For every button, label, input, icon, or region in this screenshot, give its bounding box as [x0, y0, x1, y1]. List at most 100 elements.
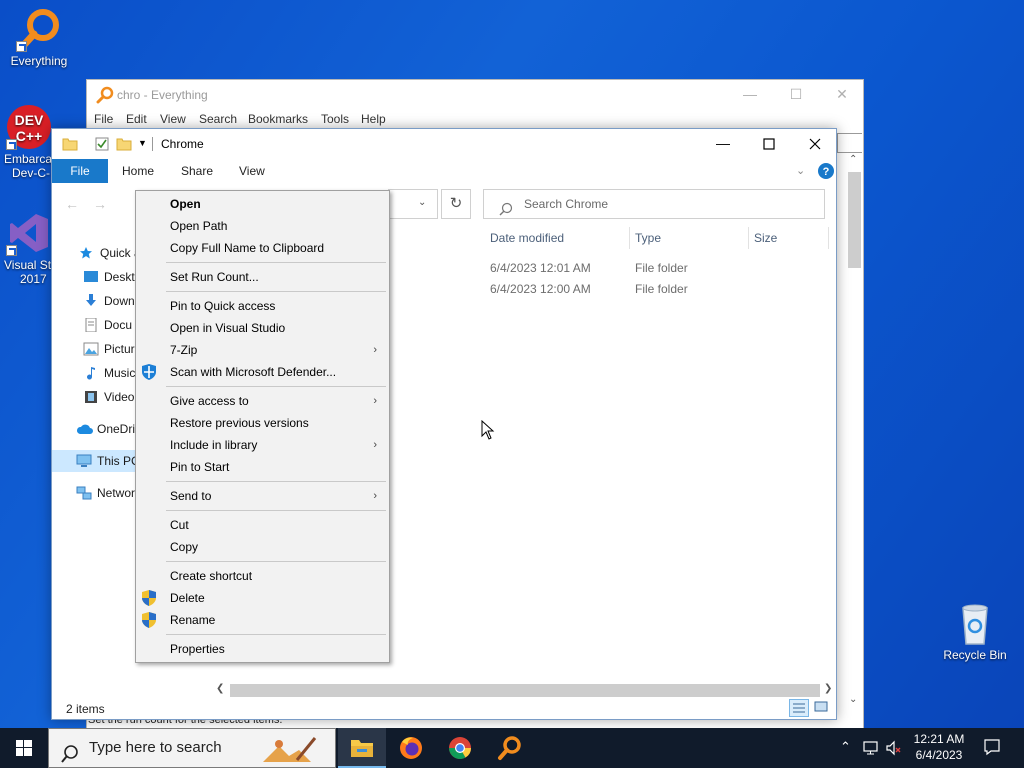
search-icon — [499, 198, 513, 226]
large-icons-view-icon[interactable] — [812, 699, 832, 717]
menu-item-open[interactable]: Open — [136, 193, 389, 215]
menu-item-rename[interactable]: Rename — [136, 609, 389, 631]
music-note-icon — [83, 365, 99, 380]
nav-item-onedrive[interactable]: OneDri — [76, 418, 135, 440]
vertical-scrollbar-thumb[interactable] — [848, 172, 861, 268]
document-icon — [83, 317, 99, 333]
mouse-cursor-icon — [481, 419, 495, 443]
menu-item-7-zip[interactable]: 7-Zip › — [136, 339, 389, 361]
minimize-button[interactable]: — — [727, 80, 773, 110]
properties-quick-icon[interactable] — [94, 136, 110, 155]
tab-share[interactable]: Share — [181, 159, 213, 183]
menu-tools[interactable]: Tools — [321, 112, 349, 126]
nav-item-videos[interactable]: Video — [83, 386, 134, 408]
menu-item-cut[interactable]: Cut — [136, 514, 389, 536]
minimize-button[interactable]: — — [700, 129, 746, 159]
menu-item-pin-to-quick-access[interactable]: Pin to Quick access — [136, 295, 389, 317]
volume-muted-icon[interactable] — [884, 739, 902, 760]
nav-item-network[interactable]: Networ — [76, 482, 135, 504]
ribbon-expand-chevron-icon[interactable]: ⌄ — [796, 164, 805, 177]
tab-view[interactable]: View — [239, 159, 265, 183]
show-hidden-icons-chevron-icon[interactable]: ⌃ — [840, 739, 851, 755]
desktop-icon-recycle-bin[interactable]: Recycle Bin — [935, 600, 1015, 662]
nav-item-pictures[interactable]: Pictur — [83, 338, 135, 360]
menu-item-scan-with-defender[interactable]: Scan with Microsoft Defender... — [136, 361, 389, 383]
menu-edit[interactable]: Edit — [126, 112, 147, 126]
forward-arrow-icon[interactable]: → — [93, 196, 107, 212]
menu-item-set-run-count[interactable]: Set Run Count... — [136, 266, 389, 288]
everything-icon — [96, 86, 114, 107]
submenu-arrow-icon: › — [373, 344, 377, 356]
menu-item-create-shortcut[interactable]: Create shortcut — [136, 565, 389, 587]
nav-item-music[interactable]: Music — [83, 362, 135, 384]
everything-search-input[interactable] — [837, 133, 862, 153]
column-header-size[interactable]: Size — [754, 231, 777, 251]
help-icon[interactable]: ? — [818, 163, 834, 182]
scroll-up-arrow-icon[interactable]: ⌃ — [849, 154, 857, 165]
refresh-button[interactable]: ↻ — [441, 189, 471, 219]
menu-item-pin-to-start[interactable]: Pin to Start — [136, 456, 389, 478]
notifications-icon[interactable] — [983, 738, 1001, 759]
column-header-type[interactable]: Type — [635, 231, 661, 251]
quick-access-toolbar-dropdown-icon[interactable]: ▼ — [138, 138, 147, 148]
visual-studio-icon — [6, 210, 52, 256]
menu-item-copy[interactable]: Copy — [136, 536, 389, 558]
back-arrow-icon[interactable]: ← — [65, 196, 79, 212]
address-dropdown-icon[interactable]: ⌄ — [418, 197, 426, 208]
shortcut-arrow-icon — [6, 245, 17, 256]
nav-item-this-pc[interactable]: This PC — [52, 450, 140, 472]
maximize-button[interactable]: ☐ — [773, 80, 819, 110]
menu-search[interactable]: Search — [199, 112, 237, 126]
menu-item-open-in-visual-studio[interactable]: Open in Visual Studio — [136, 317, 389, 339]
column-divider — [828, 227, 829, 249]
start-button[interactable] — [0, 728, 48, 768]
network-icon — [76, 485, 92, 500]
address-bar[interactable]: ⌄ — [388, 189, 438, 219]
menu-bookmarks[interactable]: Bookmarks — [248, 112, 308, 126]
menu-item-send-to[interactable]: Send to › — [136, 485, 389, 507]
firefox-icon — [400, 737, 422, 759]
desktop-icon-label: Everything — [10, 54, 68, 68]
row-type: File folder — [635, 282, 688, 296]
menu-help[interactable]: Help — [361, 112, 386, 126]
menu-item-copy-full-name[interactable]: Copy Full Name to Clipboard — [136, 237, 389, 259]
details-view-icon[interactable] — [789, 699, 809, 717]
network-status-icon[interactable] — [862, 739, 880, 760]
close-button[interactable] — [792, 129, 838, 159]
horizontal-scrollbar-thumb[interactable] — [230, 684, 820, 697]
nav-item-downloads[interactable]: Down — [83, 290, 135, 312]
menu-view[interactable]: View — [160, 112, 186, 126]
menu-item-properties[interactable]: Properties — [136, 638, 389, 660]
horizontal-scrollbar[interactable]: ❮ ❯ — [212, 682, 838, 699]
taskbar-app-file-explorer[interactable] — [338, 728, 386, 768]
new-folder-quick-icon[interactable] — [116, 136, 132, 155]
tab-home[interactable]: Home — [122, 159, 154, 183]
svg-text:C++: C++ — [16, 128, 42, 144]
taskbar-app-everything[interactable] — [485, 728, 533, 768]
scroll-down-arrow-icon[interactable]: ⌄ — [849, 694, 857, 705]
close-button[interactable]: ✕ — [819, 80, 865, 110]
scroll-right-arrow-icon[interactable]: ❯ — [824, 683, 832, 694]
desktop-icon-everything[interactable]: Everything — [0, 6, 78, 68]
search-box[interactable]: Search Chrome — [483, 189, 825, 219]
menu-item-open-path[interactable]: Open Path — [136, 215, 389, 237]
nav-item-documents[interactable]: Docu — [83, 314, 132, 336]
tab-file[interactable]: File — [52, 159, 108, 183]
taskbar-clock[interactable]: 12:21 AM 6/4/2023 — [906, 731, 972, 763]
windows-logo-icon — [16, 740, 32, 756]
nav-item-quick-access[interactable]: Quick a — [79, 242, 141, 264]
taskbar-search-box[interactable]: Type here to search — [48, 728, 336, 768]
row-date-modified: 6/4/2023 12:01 AM — [490, 261, 591, 275]
menu-item-restore-previous-versions[interactable]: Restore previous versions — [136, 412, 389, 434]
column-header-date-modified[interactable]: Date modified — [490, 231, 564, 251]
menu-item-give-access-to[interactable]: Give access to › — [136, 390, 389, 412]
menu-item-delete[interactable]: Delete — [136, 587, 389, 609]
menu-item-include-in-library[interactable]: Include in library › — [136, 434, 389, 456]
taskbar-app-chrome[interactable] — [436, 728, 484, 768]
maximize-button[interactable] — [746, 129, 792, 159]
vertical-scrollbar[interactable]: ⌃ ⌄ — [846, 154, 863, 708]
menu-file[interactable]: File — [94, 112, 113, 126]
scroll-left-arrow-icon[interactable]: ❮ — [216, 683, 224, 694]
nav-item-desktop[interactable]: Deskt — [83, 266, 135, 288]
taskbar-app-firefox[interactable] — [387, 728, 435, 768]
